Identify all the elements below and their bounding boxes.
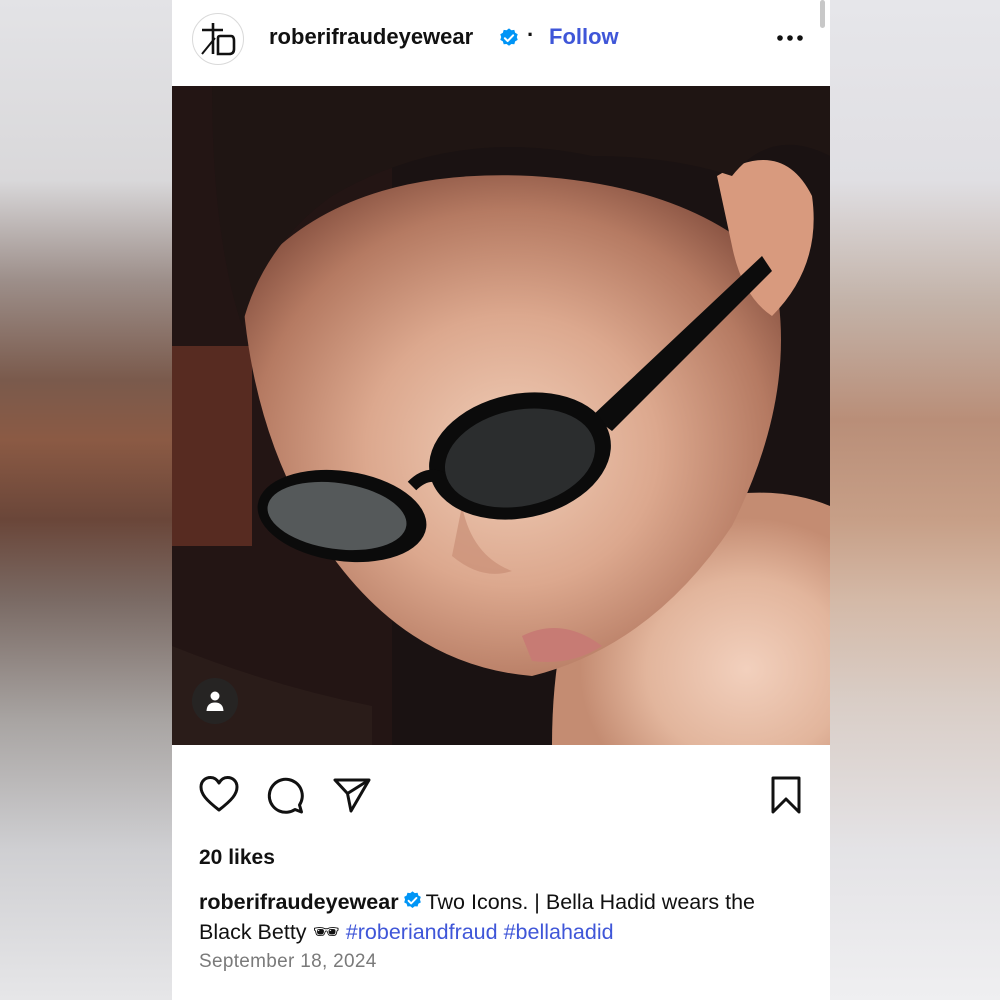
bookmark-icon[interactable] <box>769 775 803 815</box>
avatar[interactable] <box>192 13 244 65</box>
post-header: roberifraudeyewear · Follow <box>172 0 830 86</box>
post-caption: roberifraudeyewear Two Icons. | Bella Ha… <box>199 887 799 947</box>
separator-dot: · <box>527 22 535 47</box>
username-link[interactable]: roberifraudeyewear <box>269 24 473 50</box>
blurred-background-right <box>830 0 1000 1000</box>
hashtag-link[interactable]: #roberiandfraud <box>346 920 498 944</box>
blurred-background-left <box>0 0 172 1000</box>
scrollbar[interactable] <box>820 0 825 28</box>
caption-username-link[interactable]: roberifraudeyewear <box>199 890 399 914</box>
follow-button[interactable]: Follow <box>549 24 619 50</box>
post-photo-illustration <box>172 86 830 745</box>
verified-icon <box>403 891 421 908</box>
likes-count[interactable]: 20 likes <box>199 846 275 870</box>
post-image[interactable] <box>172 86 830 745</box>
heart-icon[interactable] <box>198 775 240 813</box>
tagged-person-icon <box>206 691 224 711</box>
verified-icon <box>500 28 518 46</box>
comment-icon[interactable] <box>265 775 305 815</box>
share-icon[interactable] <box>332 776 372 814</box>
instagram-post-card: roberifraudeyewear · Follow 20 likes rob… <box>172 0 830 1000</box>
action-bar <box>172 745 830 845</box>
tagged-people-button[interactable] <box>192 678 238 724</box>
brand-logo-icon <box>201 23 236 56</box>
hashtag-link[interactable]: #bellahadid <box>504 920 614 944</box>
more-icon[interactable] <box>775 28 805 48</box>
post-date: September 18, 2024 <box>199 951 377 972</box>
